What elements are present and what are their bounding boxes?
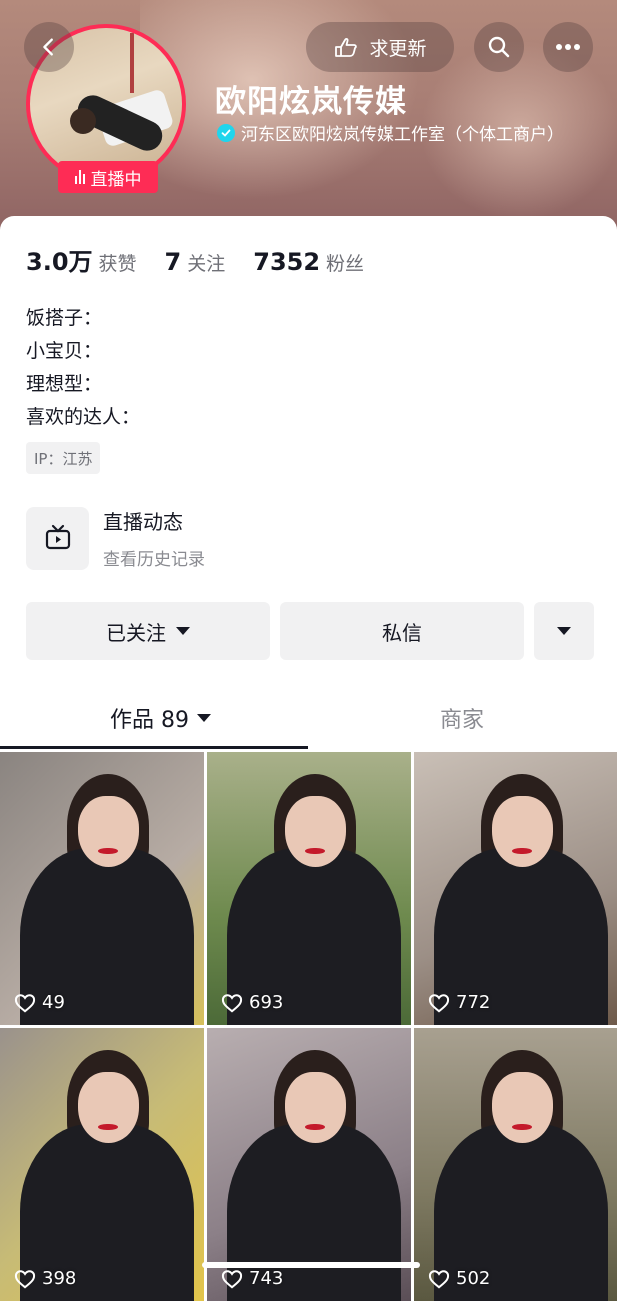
message-button-label: 私信 <box>382 620 422 645</box>
live-history-entry[interactable]: 直播动态 查看历史记录 <box>26 506 205 570</box>
caret-down-icon <box>197 714 211 722</box>
video-tile[interactable]: 502 <box>414 1028 617 1301</box>
caret-down-icon <box>557 627 571 635</box>
search-button[interactable] <box>474 22 524 72</box>
likes-count: 693 <box>249 992 284 1013</box>
video-tile[interactable]: 772 <box>414 752 617 1025</box>
tv-icon <box>45 524 70 550</box>
more-button[interactable] <box>543 22 593 72</box>
live-history-title: 直播动态 <box>103 510 183 534</box>
update-button-label: 求更新 <box>369 37 427 60</box>
video-likes: 772 <box>428 992 490 1013</box>
content-tabs: 作品 89 商家 <box>0 686 617 750</box>
following-button-label: 已关注 <box>106 620 166 645</box>
bio: 饭搭子： 小宝贝： 理想型： 喜欢的达人： <box>26 302 140 434</box>
caret-down-icon <box>176 627 190 635</box>
likes-count: 398 <box>42 1268 77 1289</box>
verified-check-icon <box>217 123 235 142</box>
home-indicator[interactable] <box>202 1262 420 1268</box>
stat-number: 3.0万 <box>26 248 93 276</box>
likes-count: 49 <box>42 992 65 1013</box>
stat-number: 7 <box>164 248 182 276</box>
verified-text: 河东区欧阳炫岚传媒工作室（个体工商户） <box>241 125 564 145</box>
heart-icon <box>14 993 36 1012</box>
heart-icon <box>14 1269 36 1288</box>
heart-icon <box>221 1269 243 1288</box>
following-button[interactable]: 已关注 <box>26 602 270 660</box>
heart-icon <box>221 993 243 1012</box>
video-likes: 49 <box>14 992 65 1013</box>
search-icon <box>488 36 510 58</box>
stats-row: 3.0万 获赞 7 关注 7352 粉丝 <box>26 242 392 277</box>
video-tile[interactable]: 398 <box>0 1028 204 1301</box>
likes-count: 502 <box>456 1268 491 1289</box>
bio-line: 喜欢的达人： <box>26 406 141 428</box>
video-likes: 502 <box>428 1268 490 1289</box>
stat-label: 关注 <box>187 253 226 275</box>
video-tile[interactable]: 743 <box>207 1028 411 1301</box>
heart-icon <box>428 993 450 1012</box>
message-button[interactable]: 私信 <box>280 602 524 660</box>
tab-shop[interactable]: 商家 <box>440 702 484 734</box>
tab-works-label: 作品 89 <box>110 708 189 733</box>
verification-line: 河东区欧阳炫岚传媒工作室（个体工商户） <box>217 120 564 145</box>
chevron-left-icon <box>43 38 53 56</box>
bio-line: 理想型： <box>26 373 103 395</box>
hand-pointer-icon <box>335 38 358 57</box>
more-dots-icon <box>556 44 580 50</box>
profile-name: 欧阳炫岚传媒 <box>215 84 407 120</box>
live-badge-label: 直播中 <box>90 169 142 190</box>
live-badge[interactable]: 直播中 <box>58 161 158 193</box>
heart-icon <box>428 1269 450 1288</box>
video-tile[interactable]: 693 <box>207 752 411 1025</box>
bio-line: 饭搭子： <box>26 307 103 329</box>
stat-following[interactable]: 7 关注 <box>165 248 226 276</box>
tv-icon-box <box>26 506 89 570</box>
recommend-dropdown-button[interactable] <box>534 602 594 660</box>
live-bars-icon <box>74 170 85 184</box>
stat-label: 粉丝 <box>326 253 365 275</box>
video-likes: 693 <box>221 992 283 1013</box>
likes-count: 743 <box>249 1268 284 1289</box>
video-tile[interactable]: 49 <box>0 752 204 1025</box>
update-request-button[interactable]: 求更新 <box>306 22 454 72</box>
video-likes: 398 <box>14 1268 76 1289</box>
live-history-subtitle: 查看历史记录 <box>103 550 205 570</box>
bio-line: 小宝贝： <box>26 340 103 362</box>
active-tab-indicator <box>0 746 308 749</box>
stat-label: 获赞 <box>98 253 137 275</box>
stat-followers[interactable]: 7352 粉丝 <box>253 248 364 276</box>
ip-location-tag: IP：江苏 <box>26 442 101 474</box>
back-button[interactable] <box>24 22 74 72</box>
tab-works[interactable]: 作品 89 <box>110 702 211 734</box>
stat-likes[interactable]: 3.0万 获赞 <box>26 242 137 277</box>
stat-number: 7352 <box>253 248 321 276</box>
video-likes: 743 <box>221 1268 283 1289</box>
likes-count: 772 <box>456 992 491 1013</box>
